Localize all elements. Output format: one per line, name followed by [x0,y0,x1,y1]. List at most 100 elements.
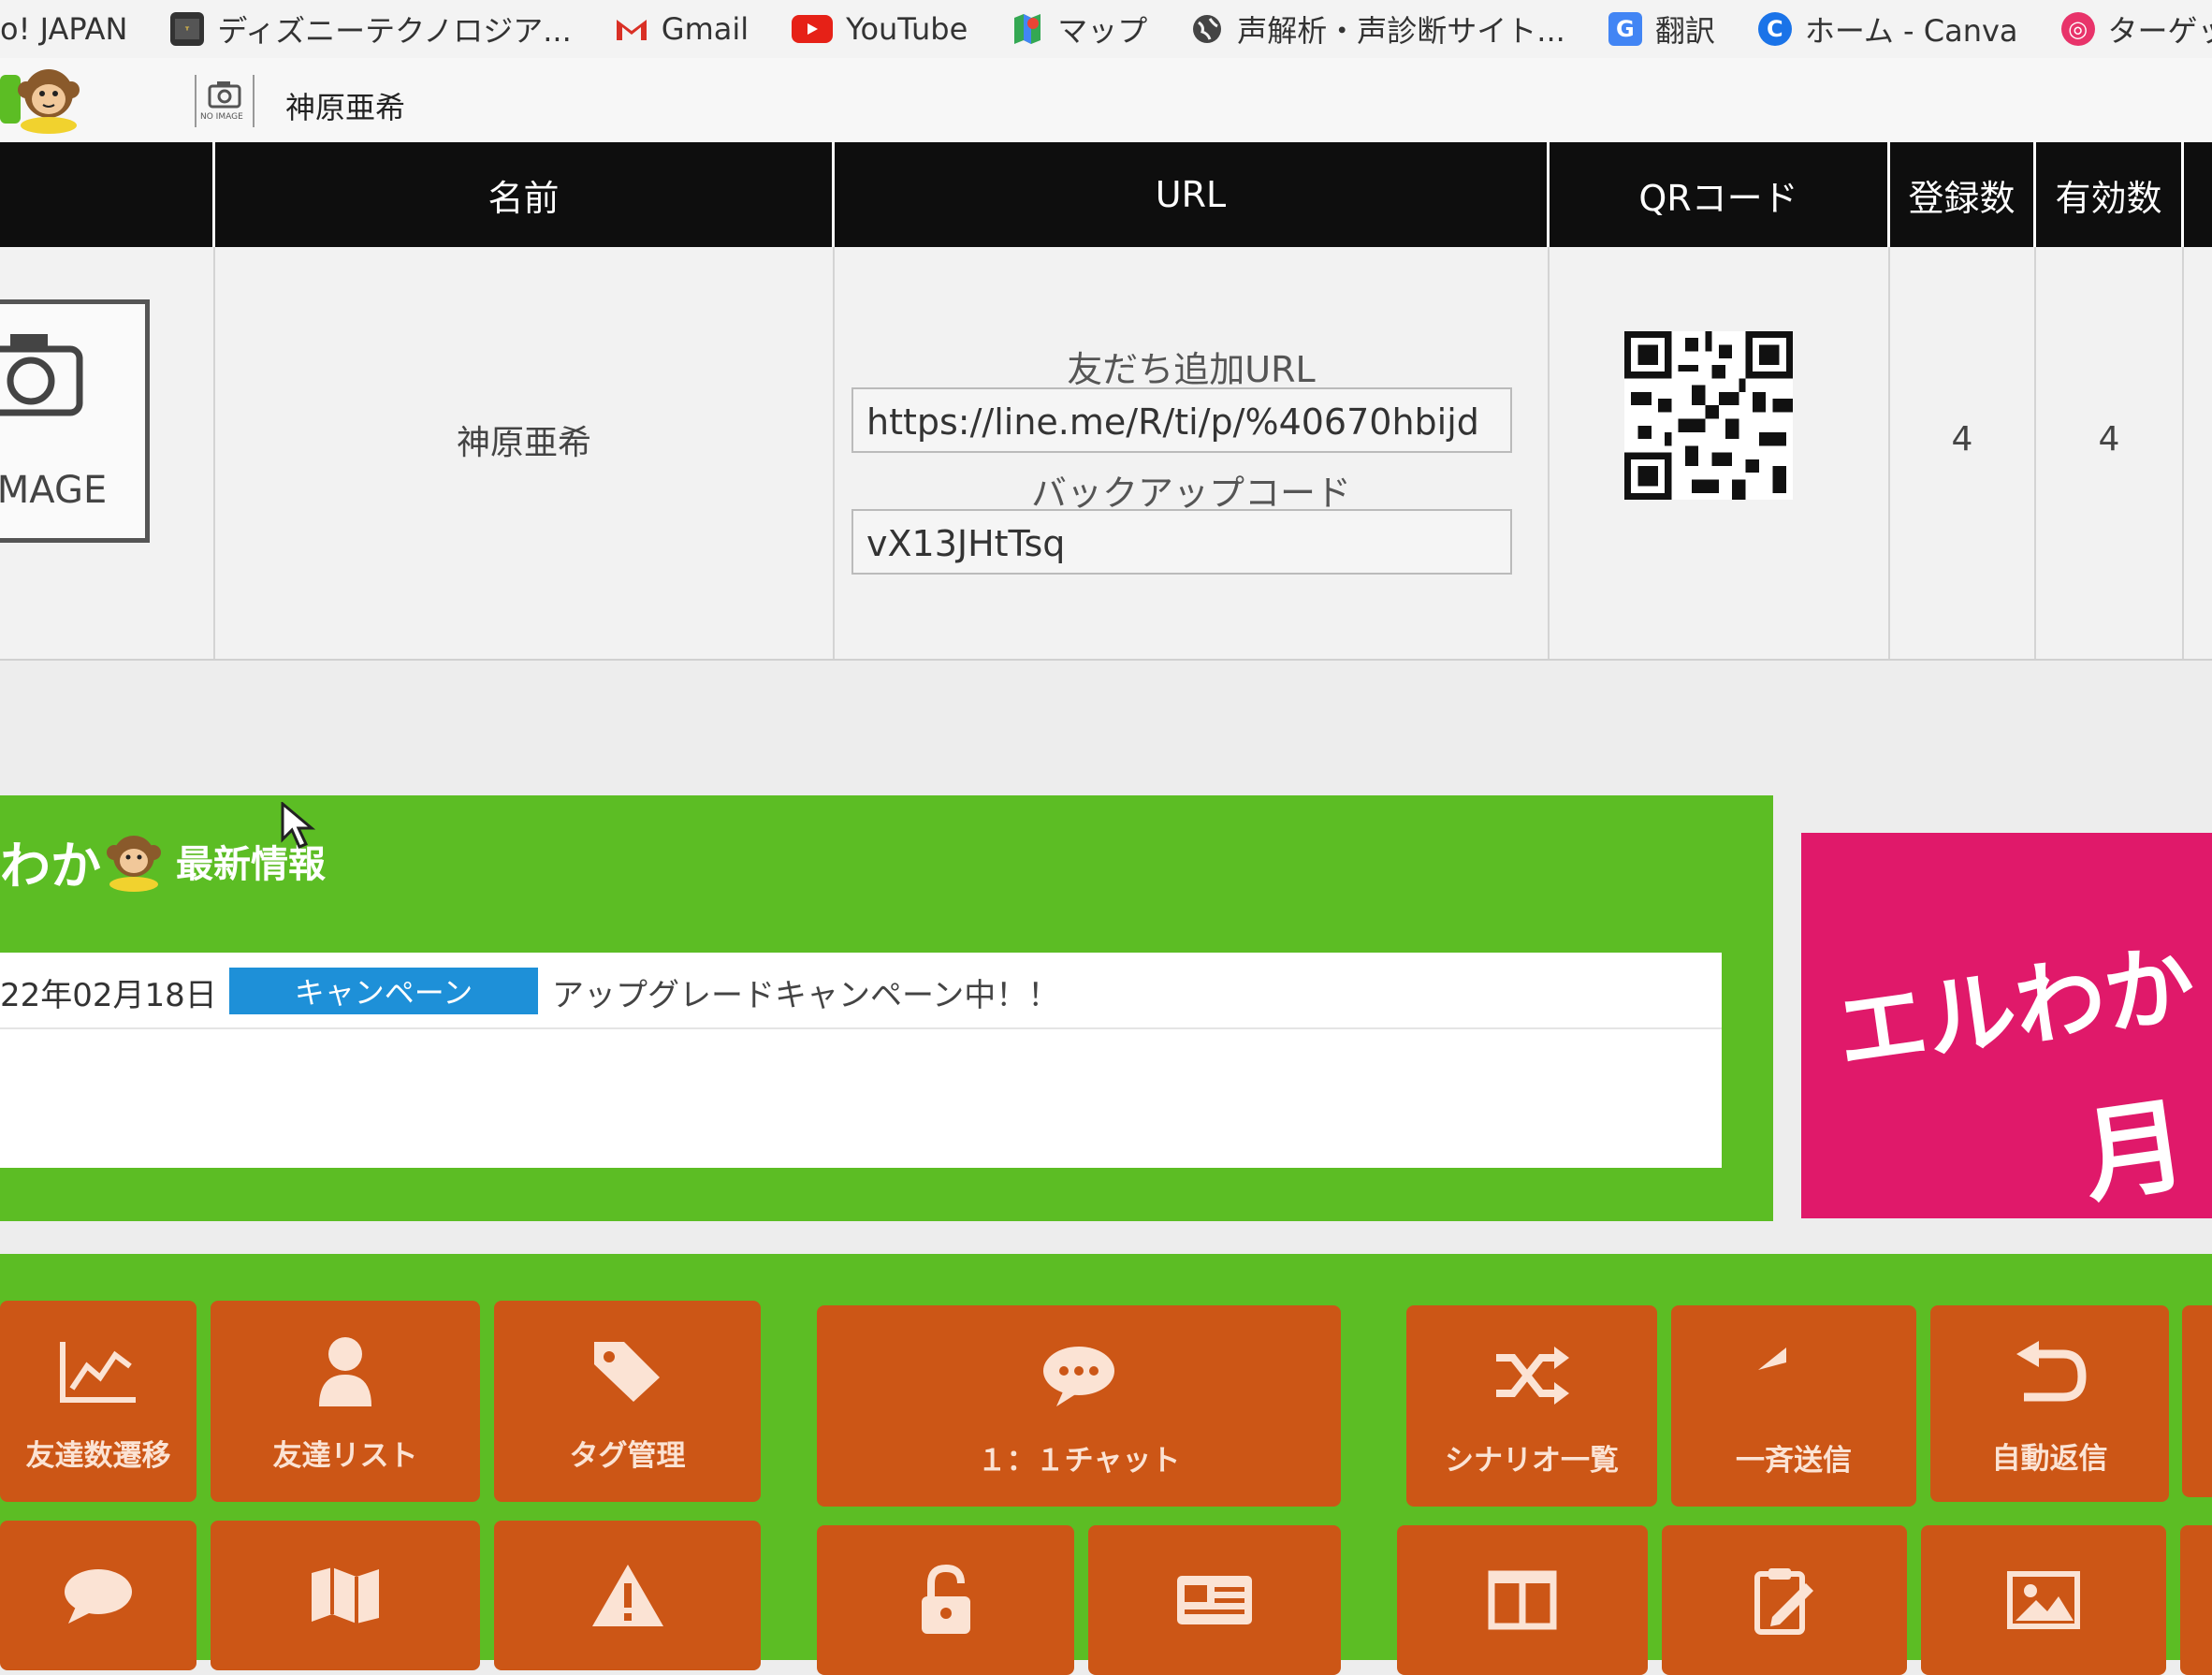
news-link[interactable]: アップグレードキャンペーン中！！ [552,969,1059,1015]
account-avatar[interactable]: NO IMAGE [195,75,255,127]
cell-name: 神原亜希 [215,247,835,659]
noimage-label: IMAGE [0,469,108,512]
cell-qr [1550,247,1890,659]
col-header-qr: QRコード [1550,142,1890,247]
disney-icon: ᵀ [170,12,205,46]
bookmark-label: 翻訳 [1654,13,1715,49]
unlock-icon [904,1558,988,1642]
bookmark-translate[interactable]: G 翻訳 [1608,7,1715,51]
menu-map-tile[interactable] [211,1521,480,1670]
svg-text:ᵀ: ᵀ [185,26,190,36]
menu-friend-trend[interactable]: 友達数遷移 [0,1301,196,1502]
bookmarks-bar: o! JAPAN ᵀ ディズニーテクノロジア... Gmail YouTube … [0,0,2212,58]
menu-scenario-list[interactable]: シナリオ一覧 [1406,1305,1657,1507]
friend-url-field[interactable]: https://line.me/R/ti/p/%40670hbijd [851,387,1512,453]
bookmark-label: ターゲットリサーチ - Mi... [2107,13,2212,49]
promo-subtitle: 月 [2075,1084,2194,1217]
col-header-more [2184,142,2212,247]
return-icon [2008,1332,2092,1416]
bookmark-label: o! JAPAN [0,11,128,47]
menu-more[interactable] [2182,1305,2212,1497]
bookmark-yahoo[interactable]: o! JAPAN [0,11,127,47]
maps-icon [1011,12,1044,46]
menu-label: 一斉送信 [1736,1444,1852,1478]
gmail-icon [615,12,648,46]
warning-icon [586,1553,670,1638]
menu-tag-manage[interactable]: タグ管理 [494,1301,761,1502]
menu-auto-reply[interactable]: 自動返信 [1930,1305,2169,1502]
cell-image: IMAGE [0,247,215,659]
clipboard-edit-icon [1742,1558,1826,1642]
menu-one-to-one-chat[interactable]: １：１チャット [817,1305,1341,1507]
bookmark-maps[interactable]: マップ [1011,7,1147,51]
chart-line-icon [56,1329,140,1413]
mouse-cursor-icon [281,802,316,849]
chat-bubble-icon [1037,1333,1121,1418]
translate-icon: G [1608,12,1642,46]
menu-card-tile[interactable] [1088,1525,1341,1675]
news-divider [0,1027,1722,1029]
menu-friend-list[interactable]: 友達リスト [211,1301,480,1502]
bookmark-disney[interactable]: ᵀ ディズニーテクノロジア... [170,7,572,51]
canva-icon: C [1757,12,1792,46]
menu-broadcast[interactable]: 一斉送信 [1671,1305,1916,1507]
monkey-mascot-icon [107,836,161,892]
qr-code-image[interactable] [1624,331,1793,500]
backup-code-label: バックアップコード [1030,473,1351,514]
menu-label: タグ管理 [569,1439,686,1473]
person-icon [303,1329,387,1413]
menu-label: 自動返信 [1991,1441,2108,1476]
cell-url: 友だち追加URL https://line.me/R/ti/p/%40670hb… [835,247,1550,659]
menu-label: １：１チャット [977,1444,1181,1478]
friend-url-label: 友だち追加URL [1067,349,1316,390]
valid-count: 4 [2098,420,2120,459]
menu-message-tile[interactable] [0,1521,196,1670]
bookmark-label: YouTube [846,11,968,47]
menu-unlock-tile[interactable] [817,1525,1074,1675]
image-icon [2001,1558,2086,1642]
profile-image-placeholder[interactable]: IMAGE [0,299,150,543]
menu-columns-tile[interactable] [1397,1525,1648,1675]
table-row: IMAGE 神原亜希 友だち追加URL https://line.me/R/ti… [0,247,2212,661]
news-list: 22年02月18日 キャンペーン アップグレードキャンペーン中！！ [0,953,1722,1168]
col-header-registered: 登録数 [1890,142,2036,247]
backup-code-field[interactable]: vX13JHtTsq [851,509,1512,575]
card-icon [1172,1558,1257,1642]
bookmark-label: 声解析・声診断サイト... [1237,13,1565,49]
camera-icon [0,334,83,416]
menu-image-tile[interactable] [1921,1525,2166,1675]
account-bar: NO IMAGE 神原亜希 [0,58,2212,143]
account-table: 名前 URL QRコード 登録数 有効数 IMAGE 神原亜希 友だち追加URL… [0,142,2212,666]
bookmark-label: ホーム - Canva [1804,13,2018,49]
columns-icon [1480,1558,1564,1642]
bookmark-label: ディズニーテクノロジア... [217,13,572,49]
menu-warning-tile[interactable] [494,1521,761,1670]
cell-valid: 4 [2036,247,2184,659]
menu-grid: 友達数遷移 友達リスト タグ管理 １：１チャット シナリオ一覧 一斉送信 自動返… [0,1254,2212,1675]
speech-bubble-icon [56,1553,140,1638]
bookmark-youtube[interactable]: YouTube [792,11,968,47]
news-title: わか 最新情報 [0,823,326,898]
row-name: 神原亜希 [456,424,591,462]
menu-label: 友達数遷移 [25,1439,171,1473]
reply-icon [1752,1333,1836,1418]
table-header: 名前 URL QRコード 登録数 有効数 [0,142,2212,247]
bookmark-canva[interactable]: C ホーム - Canva [1757,7,2018,51]
news-tag-badge: キャンペーン [229,968,538,1014]
cell-registered: 4 [1890,247,2036,659]
globe-icon [1190,12,1224,46]
col-header-name: 名前 [215,142,835,247]
target-icon: ◎ [2060,12,2095,46]
monkey-logo-icon[interactable] [0,62,84,137]
shuffle-icon [1490,1333,1574,1418]
youtube-icon [792,15,834,43]
bookmark-label: Gmail [661,11,749,47]
bookmark-target[interactable]: ◎ ターゲットリサーチ - Mi... [2060,7,2212,51]
bookmark-gmail[interactable]: Gmail [615,11,749,47]
bookmark-voice[interactable]: 声解析・声診断サイト... [1190,7,1565,51]
menu-clipboard-tile[interactable] [1662,1525,1907,1675]
news-panel: わか 最新情報 22年02月18日 キャンペーン アップグレードキャンペーン中！… [0,795,1773,1221]
menu-more-row2[interactable] [2180,1525,2212,1675]
promo-banner[interactable]: エルわか 月 [1801,833,2212,1218]
col-header-valid: 有効数 [2036,142,2184,247]
